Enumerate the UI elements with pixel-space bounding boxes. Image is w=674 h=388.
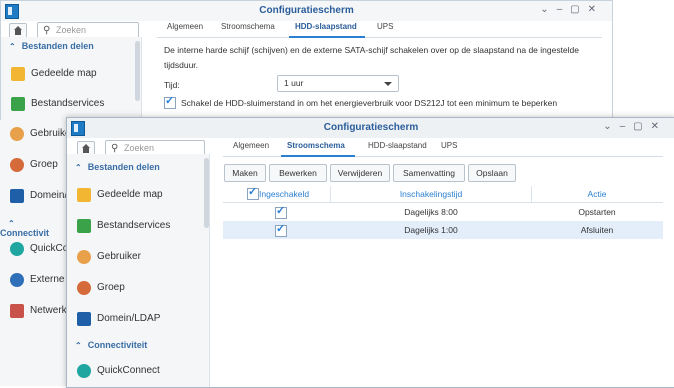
- row-start-time: Dagelijks 1:00: [404, 225, 458, 235]
- back-window: Configuratiescherm ⌄–▢✕ ⚲ Zoeken ⌃ Bestan…: [0, 0, 613, 122]
- back-sidebar-item-group[interactable]: Groep: [0, 154, 66, 176]
- schedule-table-header: ✓ Ingeschakeld Inschakelingstijd Actie: [223, 186, 663, 203]
- row-action: Afsluiten: [580, 225, 614, 235]
- search-icon: ⚲: [111, 143, 119, 154]
- back-titlebar: Configuratiescherm ⌄–▢✕: [1, 1, 612, 21]
- header-action[interactable]: Actie: [531, 189, 663, 199]
- back-tab-power-schedule[interactable]: Stroomschema: [221, 22, 275, 31]
- delete-button[interactable]: Verwijderen: [330, 164, 390, 182]
- edit-button[interactable]: Bewerken: [269, 164, 327, 182]
- front-active-tab-indicator: [281, 155, 355, 157]
- front-sidebar-item-quickconnect[interactable]: QuickConnect: [67, 360, 203, 382]
- back-sidebar: ⌃ Bestanden delen Gedeelde map Bestandser…: [1, 37, 142, 121]
- chevron-down-icon: [384, 82, 392, 86]
- back-sidebar-item-domain[interactable]: Domein/: [0, 185, 66, 207]
- front-section-connectivity[interactable]: ⌃ Connectiviteit: [67, 340, 147, 350]
- front-sidebar-item-group[interactable]: Groep: [67, 277, 203, 299]
- back-sidebar-scrollbar[interactable]: [135, 41, 140, 101]
- back-time-label: Tijd:: [164, 80, 180, 90]
- search-icon: ⚲: [43, 25, 51, 36]
- back-sidebar-item-external[interactable]: Externe: [0, 269, 66, 291]
- back-sidebar-lower: Gebruiker Groep Domein/ ⌃Connectivit Qui…: [0, 120, 66, 386]
- save-button[interactable]: Opslaan: [468, 164, 516, 182]
- domain-icon: [77, 312, 91, 326]
- front-sidebar-item-domain-ldap[interactable]: Domein/LDAP: [67, 308, 203, 330]
- folder-icon: [77, 188, 91, 202]
- folder-icon: [11, 67, 25, 81]
- back-active-tab-indicator: [289, 36, 365, 38]
- back-tab-general[interactable]: Algemeen: [167, 22, 203, 31]
- back-window-title: Configuratiescherm: [259, 5, 354, 16]
- back-sidebar-item-network[interactable]: Netwerk: [0, 300, 66, 322]
- back-window-controls[interactable]: ⌄–▢✕: [540, 4, 604, 15]
- front-window-title: Configuratiescherm: [323, 122, 419, 133]
- table-row[interactable]: ✓ Dagelijks 1:00 Afsluiten: [223, 221, 663, 239]
- back-section-connectivity[interactable]: ⌃Connectivit: [0, 218, 66, 238]
- chevron-up-icon: ⌃: [75, 163, 82, 172]
- back-search-placeholder: Zoeken: [56, 25, 87, 35]
- back-time-value: 1 uur: [284, 78, 304, 88]
- user-icon: [10, 127, 24, 141]
- back-description: De interne harde schijf (schijven) en de…: [164, 45, 580, 70]
- front-window-controls[interactable]: ⌄–▢✕: [603, 121, 667, 132]
- front-section-files[interactable]: ⌃ Bestanden delen: [67, 162, 160, 172]
- group-icon: [10, 158, 24, 172]
- row-start-time: Dagelijks 8:00: [404, 207, 458, 217]
- front-tab-general[interactable]: Algemeen: [233, 141, 269, 150]
- chevron-up-icon: ⌃: [75, 341, 82, 350]
- front-window: Configuratiescherm ⌄–▢✕ ⚲ Zoeken ⌃ Bestan…: [66, 117, 674, 388]
- back-tab-bar: Algemeen Stroomschema HDD-slaapstand UPS: [157, 19, 602, 38]
- checkmark-icon: ✓: [248, 186, 258, 198]
- front-search-placeholder: Zoeken: [124, 143, 155, 153]
- front-tab-bar: Algemeen Stroomschema HDD-slaapstand UPS: [223, 138, 663, 157]
- front-tab-ups[interactable]: UPS: [441, 141, 457, 150]
- header-enabled[interactable]: Ingeschakeld: [259, 189, 319, 199]
- header-start-time[interactable]: Inschakelingstijd: [331, 189, 531, 199]
- create-button[interactable]: Maken: [224, 164, 266, 182]
- user-icon: [77, 250, 91, 264]
- checkmark-icon: ✓: [276, 223, 286, 235]
- network-icon: [10, 304, 24, 318]
- file-services-icon: [77, 219, 91, 233]
- back-tab-ups[interactable]: UPS: [377, 22, 393, 31]
- summary-button[interactable]: Samenvatting: [393, 164, 465, 182]
- row-action: Opstarten: [578, 207, 616, 217]
- checkmark-icon: ✓: [276, 205, 286, 217]
- back-sidebar-item-user[interactable]: Gebruiker: [0, 123, 66, 145]
- front-tab-hdd-hibernation[interactable]: HDD-slaapstand: [368, 141, 427, 150]
- back-time-select[interactable]: 1 uur: [277, 75, 399, 92]
- back-tab-hdd-hibernation[interactable]: HDD-slaapstand: [295, 22, 357, 31]
- cloud-icon: [10, 242, 24, 256]
- back-sidebar-item-quickconnect[interactable]: QuickConn: [0, 238, 66, 260]
- front-sidebar-item-shared-folder[interactable]: Gedeelde map: [67, 184, 203, 206]
- globe-icon: [10, 273, 24, 287]
- front-sidebar-item-file-services[interactable]: Bestandservices: [67, 215, 203, 237]
- front-tab-power-schedule[interactable]: Stroomschema: [287, 141, 345, 150]
- front-sidebar-scrollbar[interactable]: [204, 158, 209, 228]
- back-section-files[interactable]: ⌃ Bestanden delen: [1, 41, 94, 51]
- group-icon: [77, 281, 91, 295]
- table-row[interactable]: ✓ Dagelijks 8:00 Opstarten: [223, 203, 663, 221]
- chevron-up-icon: ⌃: [8, 219, 15, 228]
- domain-icon: [10, 189, 24, 203]
- front-titlebar: Configuratiescherm ⌄–▢✕: [67, 118, 674, 138]
- back-hibernation-label: Schakel de HDD-sluimerstand in om het en…: [181, 98, 558, 108]
- front-sidebar: ⌃ Bestanden delen Gedeelde map Bestandser…: [67, 154, 210, 387]
- chevron-up-icon: ⌃: [9, 42, 16, 51]
- file-services-icon: [11, 97, 25, 111]
- checkmark-icon: ✓: [165, 95, 175, 107]
- front-sidebar-item-user[interactable]: Gebruiker: [67, 246, 203, 268]
- cloud-icon: [77, 364, 91, 378]
